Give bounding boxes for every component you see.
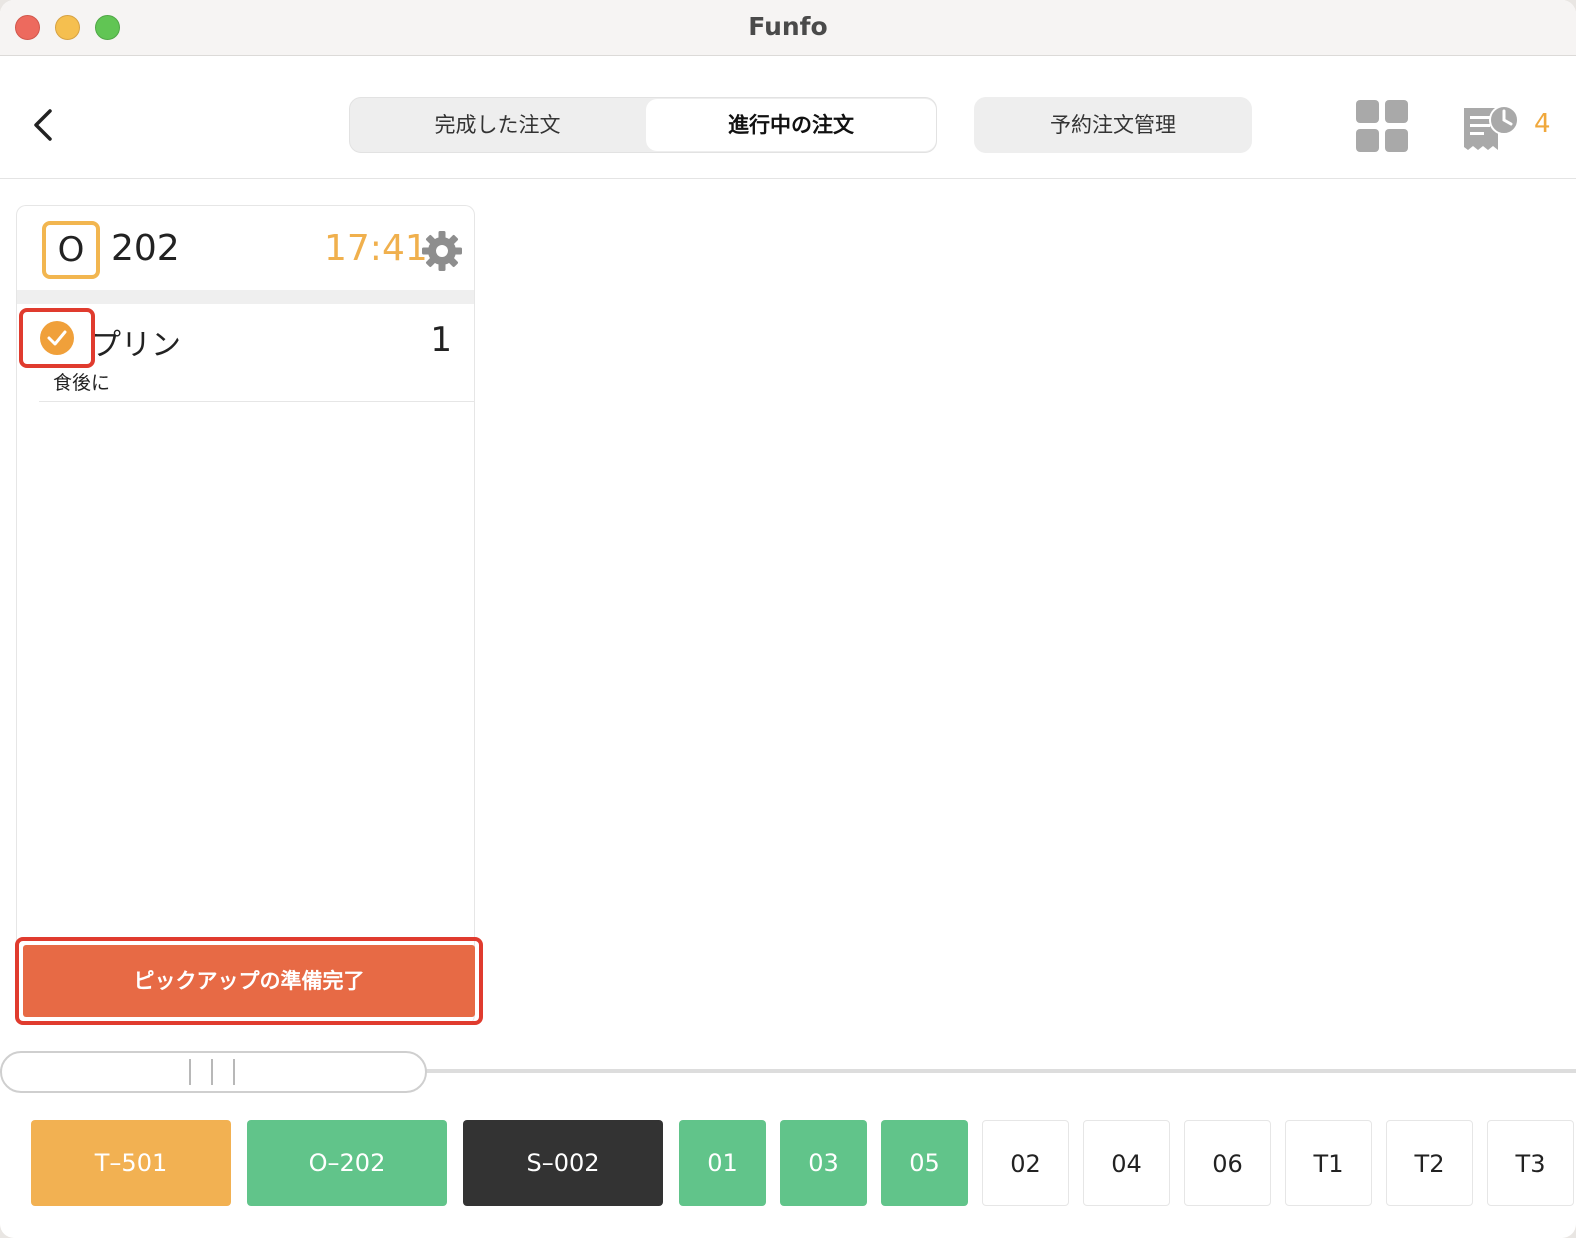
table-tab-t3[interactable]: T3 xyxy=(1487,1120,1574,1206)
title-bar: Funfo xyxy=(0,0,1576,56)
table-tab-06[interactable]: 06 xyxy=(1184,1120,1271,1206)
table-tab-01[interactable]: 01 xyxy=(679,1120,766,1206)
back-button[interactable] xyxy=(28,105,60,145)
order-tab-t-501[interactable]: T–501 xyxy=(31,1120,231,1206)
item-quantity: 1 xyxy=(430,320,452,360)
table-tab-t2[interactable]: T2 xyxy=(1386,1120,1473,1206)
table-tab-t1[interactable]: T1 xyxy=(1285,1120,1372,1206)
grip-line xyxy=(211,1059,213,1085)
order-tab-s-002[interactable]: S–002 xyxy=(463,1120,663,1206)
order-number: 202 xyxy=(111,228,180,269)
app-window: Funfo 完成した注文 進行中の注文 予約注文管理 4 O 202 17:41… xyxy=(0,0,1576,1238)
order-time: 17:41 xyxy=(324,228,428,269)
table-tab-02[interactable]: 02 xyxy=(982,1120,1069,1206)
table-tab-03[interactable]: 03 xyxy=(780,1120,867,1206)
window-title: Funfo xyxy=(748,12,828,41)
table-tab-04[interactable]: 04 xyxy=(1083,1120,1170,1206)
order-tab-o-202[interactable]: O–202 xyxy=(247,1120,447,1206)
grid-icon[interactable] xyxy=(1356,100,1410,154)
header-bar: 完成した注文 進行中の注文 予約注文管理 4 xyxy=(0,57,1576,179)
grip-line xyxy=(189,1059,191,1085)
grip-line xyxy=(233,1059,235,1085)
item-name: プリン xyxy=(91,328,181,363)
ready-for-pickup-button[interactable]: ピックアップの準備完了 xyxy=(23,945,475,1017)
order-status-segmented-control: 完成した注文 進行中の注文 xyxy=(349,97,937,153)
tab-in-progress-orders[interactable]: 進行中の注文 xyxy=(646,99,936,151)
checkmark-highlight xyxy=(19,308,95,368)
chevron-left-icon xyxy=(34,109,52,141)
horizontal-scroll-thumb[interactable] xyxy=(0,1051,427,1093)
card-divider xyxy=(17,290,474,304)
reservation-orders-button[interactable]: 予約注文管理 xyxy=(974,97,1252,153)
receipt-clock-icon[interactable] xyxy=(1462,102,1520,156)
order-type-badge: O xyxy=(42,221,100,279)
item-note: 食後に xyxy=(53,372,111,394)
order-item-row[interactable]: プリン 1 食後に xyxy=(39,304,474,402)
ready-button-highlight: ピックアップの準備完了 xyxy=(15,937,483,1025)
table-tab-05[interactable]: 05 xyxy=(881,1120,968,1206)
gear-icon[interactable] xyxy=(421,230,463,272)
tab-completed-orders[interactable]: 完成した注文 xyxy=(350,98,645,152)
reservation-count-badge: 4 xyxy=(1534,109,1551,139)
